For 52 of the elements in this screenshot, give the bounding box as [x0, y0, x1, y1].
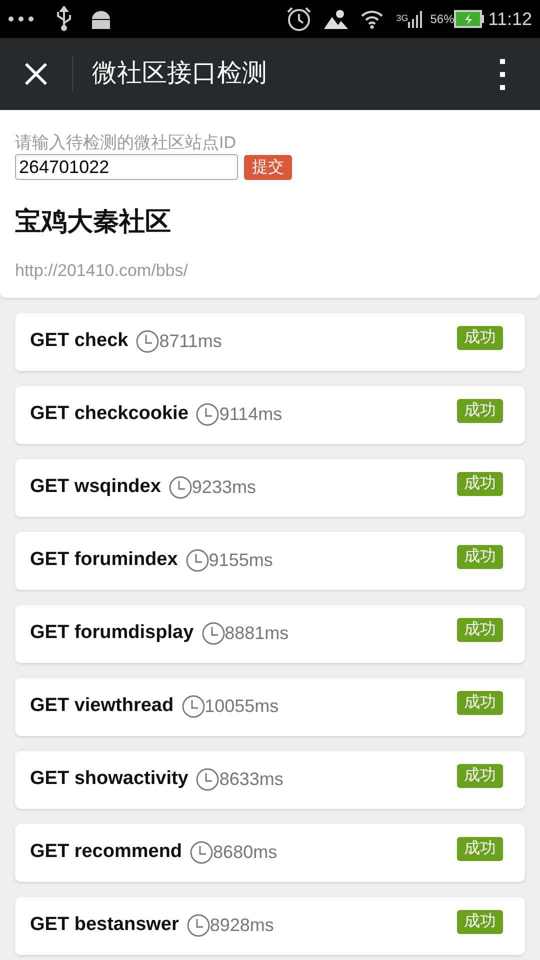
status-badge: 成功: [457, 398, 503, 422]
endpoint-name: GET check: [30, 329, 128, 354]
response-time: 10055ms: [204, 695, 279, 718]
picture-icon: [324, 9, 348, 29]
network-type: 3G: [396, 12, 408, 26]
submit-button[interactable]: 提交: [244, 154, 292, 180]
status-badge: 成功: [457, 472, 503, 496]
page-title: 微社区接口检测: [92, 58, 268, 90]
clock-icon: [136, 330, 160, 353]
endpoint-name: GET wsqindex: [30, 475, 161, 500]
status-badge: 成功: [457, 836, 503, 860]
endpoint-name: GET forumdisplay: [30, 621, 194, 646]
site-id-field[interactable]: 264701022: [15, 154, 238, 180]
response-time: 8633ms: [219, 768, 284, 791]
endpoint-name: GET recommend: [30, 840, 182, 864]
response-time: 8711ms: [159, 330, 222, 353]
wifi-icon: [360, 9, 384, 29]
response-time: 9114ms: [219, 403, 282, 426]
response-time: 8928ms: [210, 914, 274, 937]
status-badge: 成功: [457, 910, 503, 934]
endpoint-name: GET forumindex: [30, 548, 178, 572]
status-badge: 成功: [457, 618, 503, 642]
endpoint-name: GET checkcookie: [30, 402, 188, 426]
status-badge: 成功: [457, 326, 503, 350]
clock-icon: [186, 549, 209, 572]
response-time: 8881ms: [224, 622, 289, 645]
alarm-icon: [286, 6, 312, 32]
close-icon: [24, 62, 48, 86]
endpoint-name: GET showactivity: [30, 767, 188, 792]
field-label: 请输入待检测的微社区站点ID: [15, 132, 237, 154]
response-time: 9155ms: [208, 549, 273, 572]
status-badge: 成功: [457, 764, 503, 788]
endpoint-name: GET bestanswer: [30, 913, 179, 938]
signal-icon: [408, 10, 422, 28]
status-badge: 成功: [457, 544, 503, 568]
battery-percent: 56%: [430, 11, 454, 28]
response-time: 9233ms: [192, 476, 256, 499]
clock-icon: [202, 622, 225, 645]
site-url: http://201410.com/bbs/: [15, 260, 189, 282]
clock-icon: [196, 403, 220, 426]
endpoint-name: GET viewthread: [30, 694, 174, 718]
clock-icon: [168, 476, 192, 499]
clock-icon: [190, 841, 214, 864]
clock: 11:12: [488, 8, 532, 30]
clock-icon: [182, 695, 205, 718]
site-name: 宝鸡大秦社区: [15, 205, 172, 238]
clock-icon: [196, 768, 220, 791]
response-time: 8680ms: [213, 841, 278, 864]
battery-icon: [454, 10, 484, 28]
clock-icon: [186, 914, 210, 937]
status-badge: 成功: [457, 690, 503, 714]
usb-icon: [54, 6, 74, 32]
